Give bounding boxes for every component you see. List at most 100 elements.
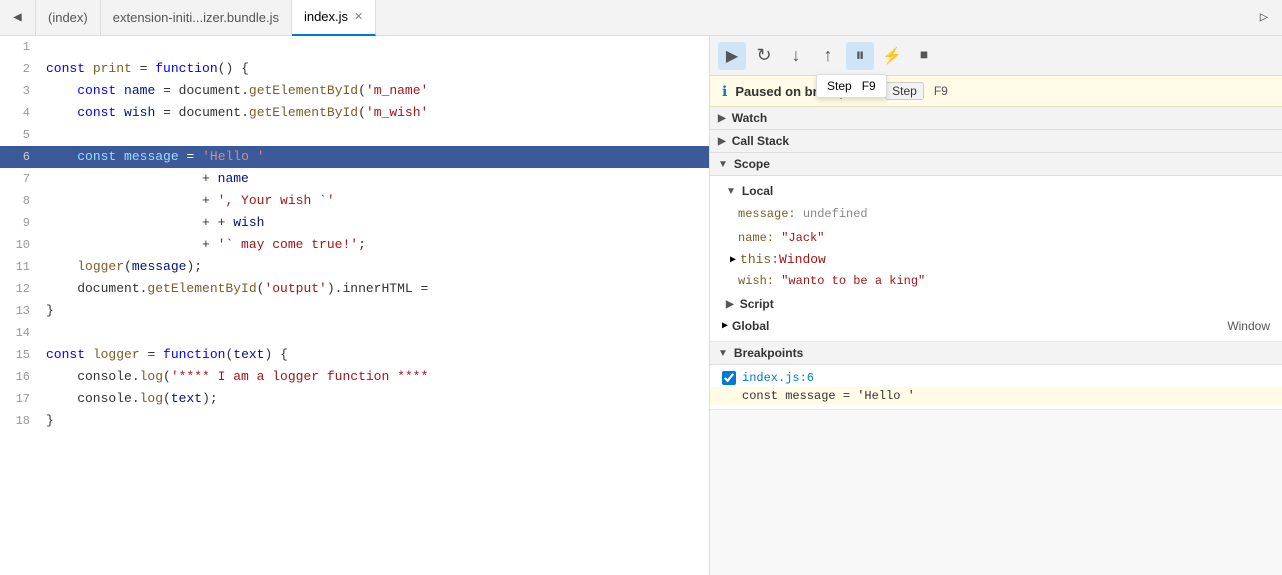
script-arrow-icon: ▶ [726,299,734,310]
main-layout: 1 2 const print = function() { 3 const n… [0,36,1282,575]
run-icon: ▷ [1260,9,1268,26]
scope-name-item: name: "Jack" [710,226,1282,250]
line-number: 1 [0,36,38,58]
table-row: 3 const name = document.getElementById('… [0,80,709,102]
table-row: 10 + '` may come true!'; [0,234,709,256]
line-number: 9 [0,212,38,234]
scope-message-item: message: undefined [710,202,1282,226]
line-content: } [38,410,709,432]
sidebar-toggle-button[interactable]: ◀ [0,0,36,36]
line-content [38,322,709,344]
tooltip-step-label: Step [827,79,852,93]
line-number: 15 [0,344,38,366]
line-content: document.getElementById('output').innerH… [38,278,709,300]
line-number: 2 [0,58,38,80]
scope-value: undefined [803,207,868,221]
line-content: + name [38,168,709,190]
info-icon: ℹ [722,83,727,100]
table-row: 11 logger(message); [0,256,709,278]
tab-bar: ◀ (index) extension-initi...izer.bundle.… [0,0,1282,36]
line-content: + + wish [38,212,709,234]
close-tab-icon[interactable]: ✕ [354,10,363,23]
local-section-header[interactable]: ▼ Local [710,180,1282,202]
global-value: Window [1227,319,1270,333]
line-content: + ', Your wish `' [38,190,709,212]
run-button[interactable]: ▷ [1246,0,1282,36]
tab-index[interactable]: (index) [36,0,101,36]
table-row: 2 const print = function() { [0,58,709,80]
line-number: 16 [0,366,38,388]
line-content: } [38,300,709,322]
this-arrow-icon: ▶ [730,254,736,266]
pause-icon: ⏸ [856,45,865,66]
line-content: const name = document.getElementById('m_… [38,80,709,102]
table-row: 18 } [0,410,709,432]
step-out-button[interactable]: ↑ [814,42,842,70]
tab-extension[interactable]: extension-initi...izer.bundle.js [101,0,292,36]
sidebar-toggle-icon: ◀ [13,9,21,26]
breakpoints-arrow-icon: ▼ [718,348,728,359]
line-number: 10 [0,234,38,256]
table-row: 16 console.log('**** I am a logger funct… [0,366,709,388]
step-over-button[interactable]: ↻ [750,42,778,70]
table-row: 15 const logger = function(text) { [0,344,709,366]
resume-button[interactable]: ▶ [718,42,746,70]
step-badge: Step [885,82,924,100]
line-number: 6 [0,146,38,168]
debug-sections[interactable]: ▶ Watch ▶ Call Stack ▼ Scope ▼ Local [710,107,1282,575]
scope-content: ▼ Local message: undefined name: "Jack" … [710,176,1282,342]
local-arrow-icon: ▼ [726,186,736,197]
scope-section-header[interactable]: ▼ Scope [710,153,1282,176]
global-label: Global [732,319,769,333]
deactivate-breakpoints-button[interactable]: ⚡ [878,42,906,70]
step-into-icon: ↓ [792,45,801,66]
table-row: 6 const message = 'Hello ' [0,146,709,168]
line-content [38,36,709,58]
breakpoint-row: index.js:6 [722,371,1270,385]
tab-indexjs[interactable]: index.js ✕ [292,0,376,36]
scope-value: "wanto to be a king" [781,274,925,288]
scope-value: "Jack" [781,231,824,245]
scope-key: this: [740,252,779,267]
line-number: 7 [0,168,38,190]
breakpoints-section-header[interactable]: ▼ Breakpoints [710,342,1282,365]
line-number: 11 [0,256,38,278]
breakpoint-checkbox[interactable] [722,371,736,385]
shortcut-badge: F9 [934,84,948,98]
table-row: 9 + + wish [0,212,709,234]
code-lines: 1 2 const print = function() { 3 const n… [0,36,709,432]
scope-key: name: [738,231,781,245]
breakpoints-label: Breakpoints [734,346,803,360]
call-stack-section-header[interactable]: ▶ Call Stack [710,130,1282,153]
line-number: 4 [0,102,38,124]
global-section-header[interactable]: ▶ Global Window [710,315,1282,337]
line-content: const print = function() { [38,58,709,80]
line-number: 5 [0,124,38,146]
call-stack-arrow-icon: ▶ [718,136,726,147]
line-content: console.log('**** I am a logger function… [38,366,709,388]
line-number: 12 [0,278,38,300]
table-row: 7 + name [0,168,709,190]
table-row: 5 [0,124,709,146]
debug-toolbar: ▶ ↻ ↓ ↑ ⏸ Step F9 ⚡ [710,36,1282,76]
breakpoints-content: index.js:6 const message = 'Hello ' [710,365,1282,410]
stop-icon: ⏹ [920,47,928,65]
code-content[interactable]: 1 2 const print = function() { 3 const n… [0,36,709,575]
step-into-button[interactable]: ↓ [782,42,810,70]
breakpoint-file: index.js:6 [742,371,814,385]
code-panel: 1 2 const print = function() { 3 const n… [0,36,710,575]
table-row: 8 + ', Your wish `' [0,190,709,212]
scope-label: Scope [734,157,770,171]
scope-key: message: [738,207,803,221]
scope-arrow-icon: ▼ [718,159,728,170]
local-label: Local [742,184,773,198]
tab-extension-label: extension-initi...izer.bundle.js [113,10,279,25]
stop-button[interactable]: ⏹ [910,42,938,70]
line-number: 14 [0,322,38,344]
script-section-header[interactable]: ▶ Script [710,293,1282,315]
scope-this-item[interactable]: ▶ this: Window [710,250,1282,269]
pause-button[interactable]: ⏸ [846,42,874,70]
line-content: const logger = function(text) { [38,344,709,366]
watch-section-header[interactable]: ▶ Watch [710,107,1282,130]
script-label: Script [740,297,774,311]
